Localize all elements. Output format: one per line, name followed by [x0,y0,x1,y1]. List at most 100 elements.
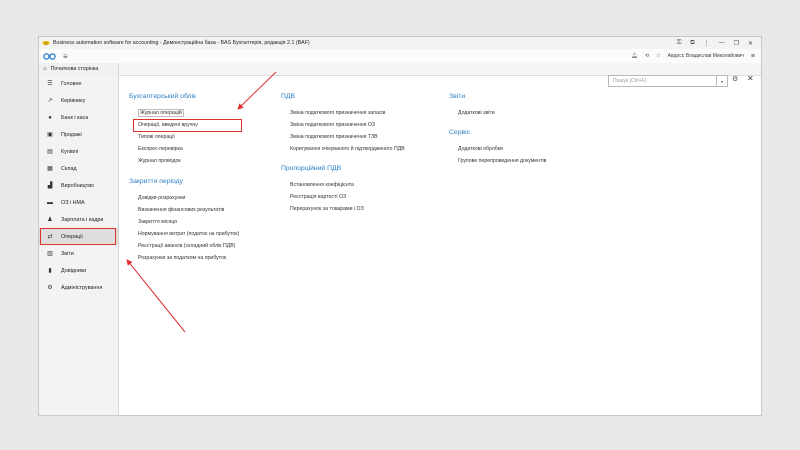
key-icon[interactable]: ⚿ [677,40,682,47]
link-label: Довідки-розрахунки [138,195,186,201]
home-icon: ⌂ [43,66,47,72]
coin-icon: ● [48,114,52,121]
section-title-service: Сервіс [449,129,470,136]
link-vat-stock[interactable]: Зміна податкового призначення запасів [281,107,405,119]
trend-icon: ↗ [47,98,53,104]
sidebar-item-operations[interactable]: ⇄ Операції [39,228,118,245]
link-label: Закриття місяця [138,219,177,225]
link-label: Операції, введені вручну [138,122,198,128]
link-label: Перерахунок за товарами і ОЗ [290,206,364,212]
link-certificates[interactable]: Довідки-розрахунки [129,192,239,204]
link-label: Журнал проводок [138,158,181,164]
link-additional-reports[interactable]: Додаткові звіти [449,107,495,119]
sidebar-item-salary[interactable]: ♟ Зарплата і кадри [39,211,118,228]
menu-icon: ☰ [47,81,53,87]
more-icon[interactable]: ⋮ [704,40,710,47]
sidebar-item-sales[interactable]: ▣ Продажі [39,126,118,143]
sidebar-item-admin[interactable]: ⚙ Адміністрування [39,279,118,296]
settings-gear-icon[interactable]: ⚙ [732,75,738,83]
hamburger-menu-icon[interactable]: ≡ [63,52,68,61]
link-label: Зміна податкового призначення ОЗ [290,122,376,128]
sidebar-item-assets[interactable]: ▬ ОЗ і НМА [39,194,118,211]
link-recalc-goods[interactable]: Перерахунок за товарами і ОЗ [281,203,364,215]
notifications-icon[interactable]: 🔔︎ [632,53,638,59]
sidebar-item-label: Зарплата і кадри [61,216,104,223]
favorites-icon[interactable]: ☆ [656,53,660,59]
toolbar: ≡ 🔔︎ ⟲ ☆ Авдосє Владислав Миколайович ≡ [39,49,761,64]
sidebar-item-directories[interactable]: ▮ Довідники [39,262,118,279]
link-vat-correction[interactable]: Коригування очікуваного й підтвердженого… [281,143,405,155]
link-vat-tzv[interactable]: Зміна податкового призначення ТЗВ [281,131,405,143]
person-icon: ♟ [47,217,53,223]
search-dropdown-icon[interactable]: ▾ [716,76,727,86]
link-express-check[interactable]: Експрес-перевірка [129,143,198,155]
link-label: Нормування витрат (податок на прибуток) [138,231,240,237]
link-label: Зміна податкового призначення ТЗВ [290,134,378,140]
link-additional-processing[interactable]: Додаткові обробки [449,143,546,155]
sidebar-item-warehouse[interactable]: ▦ Склад [39,160,118,177]
column-accounting: Бухгалтерський облік Журнал операцій Опе… [129,93,242,167]
sidebar-item-manager[interactable]: ↗ Керівнику [39,92,118,109]
link-asset-cost-registration[interactable]: Реєстрація вартості ОЗ [281,191,364,203]
link-vat-fixed-assets[interactable]: Зміна податкового призначення ОЗ [281,119,405,131]
sidebar: ☰ Головне ↗ Керівнику ● Банк і каса ▣ Продаж… [39,75,119,415]
link-profit-tax[interactable]: Розрахунки за податком на прибуток [129,252,239,264]
sidebar-item-main[interactable]: ☰ Головне [39,75,118,92]
sidebar-item-label: Звіти [61,250,74,257]
link-month-close[interactable]: Закриття місяця [129,216,239,228]
link-typical-operations[interactable]: Типові операції [129,131,198,143]
sidebar-item-label: Головне [61,80,82,87]
window-title: Business automation software for account… [53,40,310,46]
link-journal-operations[interactable]: Журнал операцій [129,107,198,119]
link-group-reposting[interactable]: Групове перепроведення документів [449,155,546,167]
settings-menu-icon[interactable]: ≡ [751,53,755,60]
link-journal-entries[interactable]: Журнал проводок [129,155,198,167]
minimize-button[interactable]: — [719,40,725,46]
sidebar-item-production[interactable]: ▟ Виробництво [39,177,118,194]
sidebar-item-purchases[interactable]: ▤ Купівлі [39,143,118,160]
sidebar-item-label: ОЗ і НМА [61,199,85,206]
link-manual-operations[interactable]: Операції, введені вручну [129,119,242,132]
link-set-coefficient[interactable]: Встановлення коефіцієнта [281,179,364,191]
content-area: Пошук (Ctrl+F) ▾ ⚙ ✕ Бухгалтерський облі… [119,74,761,415]
home-page-tab[interactable]: ⌂ Початкова сторінка [39,63,119,75]
sidebar-item-label: Банк і каса [61,114,89,121]
sidebar-item-label: Склад [61,165,77,172]
sidebar-item-label: Продажі [61,131,82,138]
search-input[interactable]: Пошук (Ctrl+F) ▾ [608,75,728,87]
book-icon: ▮ [48,268,52,274]
link-label: Реєстрації авансів (складний облік ПДВ) [138,243,236,249]
section-title-accounting: Бухгалтерський облік [129,93,196,100]
basket-icon: ▤ [47,149,53,155]
history-icon[interactable]: ⟲ [645,53,649,59]
link-label: Типові операції [138,134,175,140]
column-reports: Звіти Додаткові звіти [449,93,495,119]
sidebar-item-label: Керівнику [61,97,86,104]
section-title-closing: Закриття періоду [129,178,183,185]
app-logo-icon: 1С [42,40,50,45]
close-window-button[interactable]: ✕ [748,40,753,47]
user-name[interactable]: Авдосє Владислав Миколайович [668,53,744,59]
link-label: Додаткові звіти [458,110,495,116]
link-advance-registration[interactable]: Реєстрації авансів (складний облік ПДВ) [129,240,239,252]
column-vat: ПДВ Зміна податкового призначення запасі… [281,93,405,155]
app-window: 1С Business automation software for acco… [38,36,762,416]
factory-icon: ▟ [47,183,53,189]
link-label: Встановлення коефіцієнта [290,182,354,188]
sidebar-item-label: Довідники [61,267,87,274]
link-label: Додаткові обробки [458,146,503,152]
link-financial-results[interactable]: Визначення фінансових результатів [129,204,239,216]
home-tab-label: Початкова сторінка [50,66,99,72]
sidebar-item-bank[interactable]: ● Банк і каса [39,109,118,126]
box-icon: ▦ [47,166,53,172]
link-label: Експрес-перевірка [138,146,183,152]
link-expense-norming[interactable]: Нормування витрат (податок на прибуток) [129,228,239,240]
maximize-button[interactable]: ❐ [734,40,739,47]
operations-icon: ⇄ [47,234,53,240]
section-title-prop-vat: Пропорційний ПДВ [281,165,342,172]
sidebar-item-reports[interactable]: ▥ Звіти [39,245,118,262]
extension-icon[interactable]: ⧉ [690,40,694,47]
close-panel-icon[interactable]: ✕ [747,74,754,83]
link-label: Розрахунки за податком на прибуток [138,255,227,261]
link-label: Визначення фінансових результатів [138,207,225,213]
